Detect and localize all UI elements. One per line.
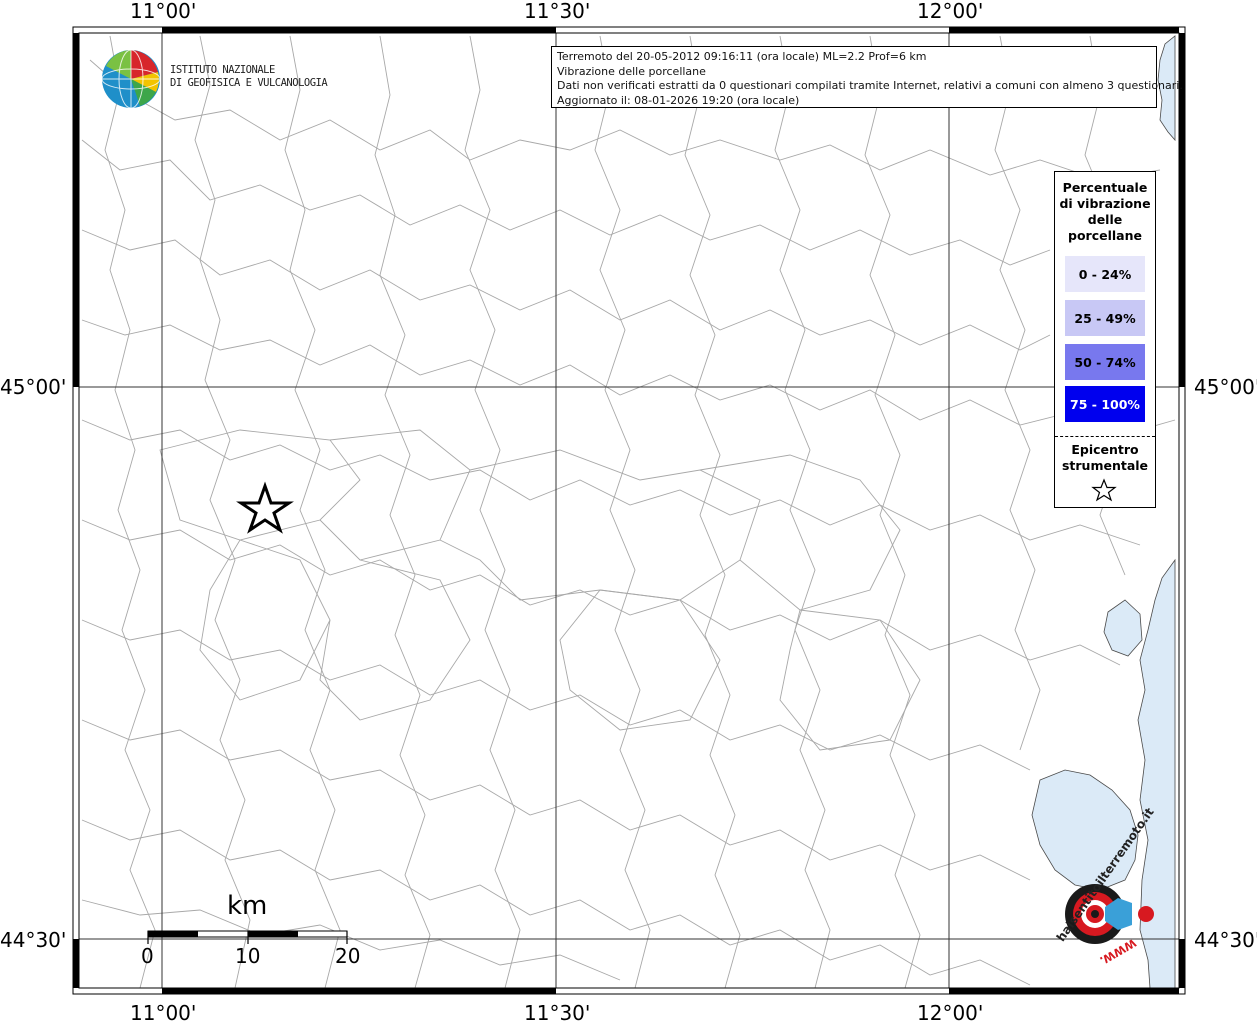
legend-class-50-74: 50 - 74% — [1065, 344, 1145, 380]
event-parameter: Vibrazione delle porcellane — [557, 64, 706, 78]
scale-tick-10: 10 — [235, 944, 261, 968]
lat-label-left-4500: 45°00' — [0, 375, 67, 399]
lon-label-top-1130: 11°30' — [524, 0, 591, 23]
legend-epicenter-line: strumentale — [1061, 458, 1149, 473]
map-area — [79, 33, 1179, 988]
legend-separator — [1055, 436, 1155, 437]
lat-label-right-4500: 45°00' — [1194, 375, 1257, 399]
lat-label-left-4430: 44°30' — [0, 928, 67, 952]
ingv-globe-logo — [101, 49, 161, 109]
event-updated: Aggiornato il: 08-01-2026 19:20 (ora loc… — [557, 93, 800, 107]
scale-unit-label: km — [227, 891, 268, 921]
legend-title: Percentuale di vibrazione delle porcella… — [1055, 180, 1155, 244]
lon-label-bottom-1130: 11°30' — [524, 1001, 591, 1025]
legend-class-75-100: 75 - 100% — [1065, 386, 1145, 422]
lon-label-top-1200: 12°00' — [917, 0, 984, 23]
legend-epicenter-label: Epicentro strumentale — [1055, 442, 1155, 474]
lon-label-bottom-1200: 12°00' — [917, 1001, 984, 1025]
event-title: Terremoto del 20-05-2012 09:16:11 (ora l… — [557, 50, 927, 63]
legend-epicenter-line: Epicentro — [1071, 442, 1139, 457]
legend-star-icon — [1091, 478, 1117, 502]
event-data-note: Dati non verificati estratti da 0 questi… — [557, 79, 1183, 92]
legend-class-25-49: 25 - 49% — [1065, 300, 1145, 336]
scale-tick-20: 20 — [335, 944, 361, 968]
legend-title-line: delle — [1087, 212, 1123, 227]
legend-class-0-24: 0 - 24% — [1065, 256, 1145, 292]
lon-label-top-1100: 11°00' — [130, 0, 197, 23]
lat-label-right-4430: 44°30' — [1194, 928, 1257, 952]
legend-panel: Percentuale di vibrazione delle porcella… — [1054, 171, 1156, 508]
event-info-box: Terremoto del 20-05-2012 09:16:11 (ora l… — [551, 46, 1183, 108]
logo-line-1: ISTITUTO NAZIONALE — [170, 64, 275, 76]
legend-title-line: Percentuale — [1062, 180, 1148, 195]
map-canvas[interactable] — [0, 0, 1257, 1024]
logo-line-2: DI GEOFISICA E VULCANOLOGIA — [170, 77, 328, 89]
legend-title-line: di vibrazione — [1059, 196, 1151, 211]
legend-title-line: porcellane — [1068, 228, 1142, 243]
ingv-name: ISTITUTO NAZIONALE DI GEOFISICA E VULCAN… — [170, 64, 328, 90]
lon-label-bottom-1100: 11°00' — [130, 1001, 197, 1025]
scale-tick-0: 0 — [141, 944, 154, 968]
